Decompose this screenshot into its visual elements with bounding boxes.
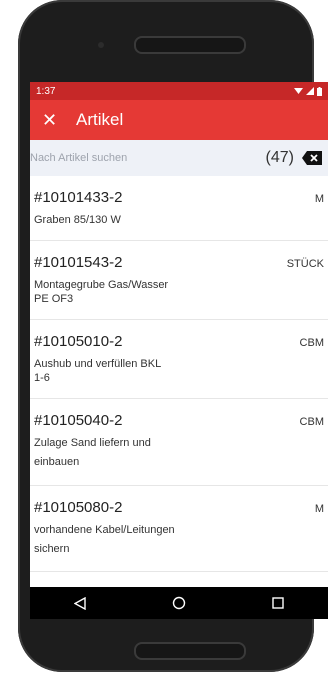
list-item[interactable]: #10101433-2 M Graben 85/130 W	[30, 176, 328, 241]
close-icon[interactable]: ✕	[42, 111, 66, 129]
nav-home-icon[interactable]	[159, 587, 199, 619]
wifi-icon	[294, 88, 303, 94]
top-speaker	[134, 36, 246, 54]
article-list: #10101433-2 M Graben 85/130 W #10101543-…	[30, 176, 328, 572]
list-item[interactable]: #10105080-2 M vorhandene Kabel/Leitungen…	[30, 486, 328, 572]
page-title: Artikel	[76, 110, 124, 129]
front-camera	[98, 42, 104, 48]
result-count: (47)	[265, 149, 294, 166]
search-actions: (47)	[266, 149, 322, 167]
app-bar: ✕ Artikel	[30, 100, 328, 140]
article-description: vorhandene Kabel/Leitungen sichern	[34, 524, 175, 555]
status-bar: 1:37	[30, 82, 328, 100]
list-item[interactable]: #10101543-2 STÜCK Montagegrube Gas/Wasse…	[30, 241, 328, 320]
article-unit: M	[314, 503, 324, 515]
list-item[interactable]: #10105040-2 CBM Zulage Sand liefern und …	[30, 399, 328, 486]
article-description: Zulage Sand liefern und einbauen	[34, 437, 151, 468]
search-bar: (47)	[30, 140, 328, 176]
screen: 1:37 ✕ Artikel (47) #10101433-2 M Graben…	[30, 82, 328, 619]
article-description: Graben 85/130 W	[34, 214, 121, 226]
article-description: Montagegrube Gas/Wasser PE OF3	[34, 279, 169, 305]
signal-icon	[306, 87, 314, 95]
battery-icon	[317, 86, 322, 96]
backspace-icon[interactable]	[302, 151, 322, 165]
article-unit: STÜCK	[286, 258, 324, 270]
system-nav-bar	[30, 587, 328, 619]
article-number: #10101433-2	[34, 189, 123, 206]
article-number: #10101543-2	[34, 254, 123, 271]
list-item[interactable]: #10105010-2 CBM Aushub und verfüllen BKL…	[30, 320, 328, 399]
article-description: Aushub und verfüllen BKL 1-6	[34, 358, 162, 384]
article-number: #10105010-2	[34, 333, 123, 350]
nav-recents-icon[interactable]	[258, 587, 298, 619]
article-unit: CBM	[299, 337, 324, 349]
article-unit: CBM	[299, 416, 324, 428]
status-icons	[294, 86, 322, 96]
article-unit: M	[314, 193, 324, 205]
article-number: #10105080-2	[34, 499, 123, 516]
search-input[interactable]	[30, 152, 210, 164]
article-number: #10105040-2	[34, 412, 123, 429]
nav-back-icon[interactable]	[60, 587, 100, 619]
bottom-speaker	[134, 642, 246, 660]
status-time: 1:37	[36, 85, 56, 97]
